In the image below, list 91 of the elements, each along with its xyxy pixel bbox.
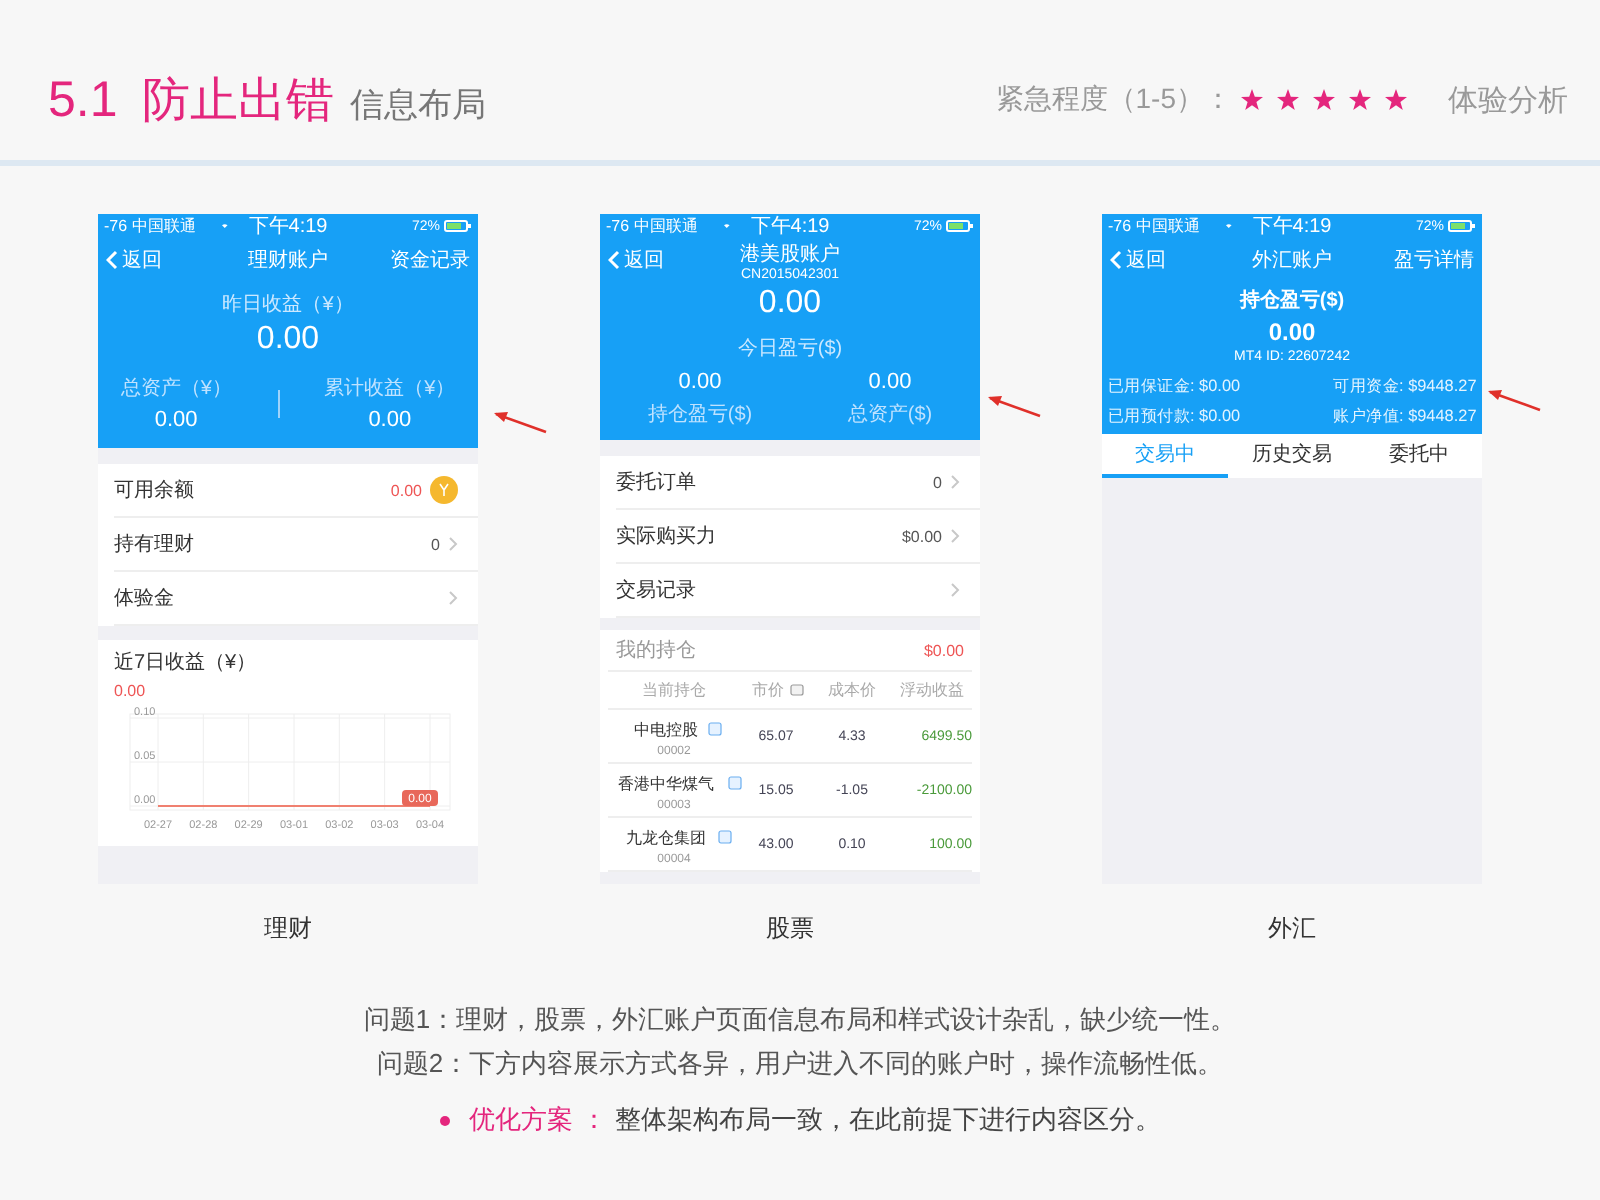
stat-value: 0.00 (154, 408, 198, 432)
account-detail: 已用预付款: $0.00 (1108, 405, 1243, 428)
battery-icon (946, 220, 974, 232)
star-icon (1384, 88, 1408, 112)
solution-text: 整体架构布局一致，在此前提下进行内容区分。 (614, 1102, 1161, 1138)
account-detail: 已用保证金: $0.00 (1108, 375, 1243, 398)
list-row[interactable]: 体验金 (114, 572, 478, 626)
screen-title: 理财账户 (248, 247, 328, 274)
row-label: 持有理财 (114, 531, 194, 558)
chart-title: 近7日收益（¥） (114, 649, 259, 676)
tag-icon (790, 684, 804, 696)
problem-text: 问题2：下方内容展示方式各异，用户进入不同的账户时，操作流畅性低。 (376, 1046, 1224, 1082)
stat-label: 持仓盈亏($) (647, 401, 753, 428)
stat-label: 总资产（¥） (120, 375, 232, 402)
tag-icon (718, 830, 732, 844)
tag-icon (708, 722, 722, 736)
column-header: 当前持仓 (642, 680, 706, 702)
summary-value: 0.00 (758, 286, 822, 322)
stat-label: 总资产($) (847, 401, 933, 428)
row-label: 可用余额 (114, 477, 194, 504)
chevron-icon (448, 590, 458, 606)
list-row[interactable]: 可用余额 0.00 (114, 464, 478, 518)
row-label: 委托订单 (616, 469, 696, 496)
page-subtitle: 信息布局 (349, 84, 486, 128)
screen-title: 外汇账户 (1252, 247, 1332, 274)
chevron-icon (448, 536, 458, 552)
pointer-arrow (492, 408, 548, 436)
time-text: 下午4:19 (750, 214, 830, 240)
summary-label: 持仓盈亏($) (1239, 287, 1345, 314)
stock-name: 中电控股 (634, 719, 698, 741)
summary-label: 昨日收益（¥） (222, 292, 354, 318)
time-text: 下午4:19 (248, 214, 328, 240)
tag-icon (728, 776, 742, 790)
summary-value: 0.00 (1268, 318, 1316, 346)
row-value: 0 (933, 473, 942, 491)
page-title: 防止出错 (141, 72, 334, 132)
list-row[interactable]: 委托订单 0 (616, 456, 980, 510)
solution-label: 优化方案 ： (469, 1102, 607, 1138)
list-row[interactable]: 实际购买力 $0.00 (616, 510, 980, 564)
carrier-text: -76 中国联通 (104, 215, 196, 238)
row-value: 0.00 (390, 481, 422, 499)
urgency-label: 紧急程度（1-5）： (995, 82, 1232, 118)
chevron-icon (950, 528, 960, 544)
chart-total: 0.00 (114, 682, 148, 700)
stock-name: 九龙仓集团 (626, 827, 706, 849)
stock-name: 香港中华煤气 (618, 773, 714, 795)
carrier-text: -76 中国联通 (606, 215, 698, 238)
bullet-icon (439, 1115, 450, 1125)
row-label: 实际购买力 (616, 523, 716, 550)
stat-label: 累计收益（¥） (324, 375, 456, 402)
stat-value: 0.00 (368, 408, 412, 432)
account-detail: 账户净值: $9448.27 (1332, 405, 1476, 428)
coin-icon (430, 476, 458, 504)
back-icon (608, 250, 620, 270)
screen-caption: 理财 (264, 912, 312, 946)
problem-text: 问题1：理财，股票，外汇账户页面信息布局和样式设计杂乱，缺少统一性。 (363, 1002, 1237, 1038)
list-row[interactable]: 持有理财 0 (114, 518, 478, 572)
row-label: 交易记录 (616, 577, 696, 604)
screen-caption: 外汇 (1268, 912, 1316, 946)
row-value: 0 (431, 535, 440, 553)
summary-label: 今日盈亏($) (737, 336, 843, 362)
column-header: 浮动收益 (900, 680, 964, 702)
back-icon (1110, 250, 1122, 270)
row-value: $0.00 (901, 527, 942, 545)
time-text: 下午4:19 (1252, 214, 1332, 240)
screen-caption: 股票 (766, 912, 814, 946)
pointer-arrow (1486, 386, 1542, 414)
stat-value: 0.00 (678, 370, 722, 394)
section-number: 5.1 (48, 72, 118, 130)
holdings-title: 我的持仓 (616, 637, 696, 664)
column-header: 市价 (752, 679, 784, 702)
list-row[interactable]: 交易记录 (616, 564, 980, 618)
stat-value: 0.00 (868, 370, 912, 394)
back-icon (106, 250, 118, 270)
star-icon (1240, 88, 1264, 112)
summary-value: 0.00 (256, 322, 320, 358)
star-icon (1348, 88, 1372, 112)
section-label: 体验分析 (1448, 81, 1568, 119)
chevron-icon (950, 474, 960, 490)
holdings-total: $0.00 (923, 641, 964, 659)
carrier-text: -76 中国联通 (1108, 215, 1200, 238)
chevron-icon (950, 582, 960, 598)
row-label: 体验金 (114, 586, 174, 612)
star-icon (1312, 88, 1336, 112)
battery-icon (444, 220, 472, 232)
screen-title: 港美股账户 (740, 241, 840, 267)
pointer-arrow (986, 392, 1042, 420)
star-icon (1276, 88, 1300, 112)
account-detail: 可用资金: $9448.27 (1332, 375, 1476, 398)
battery-icon (1448, 220, 1476, 232)
column-header: 成本价 (828, 680, 876, 702)
